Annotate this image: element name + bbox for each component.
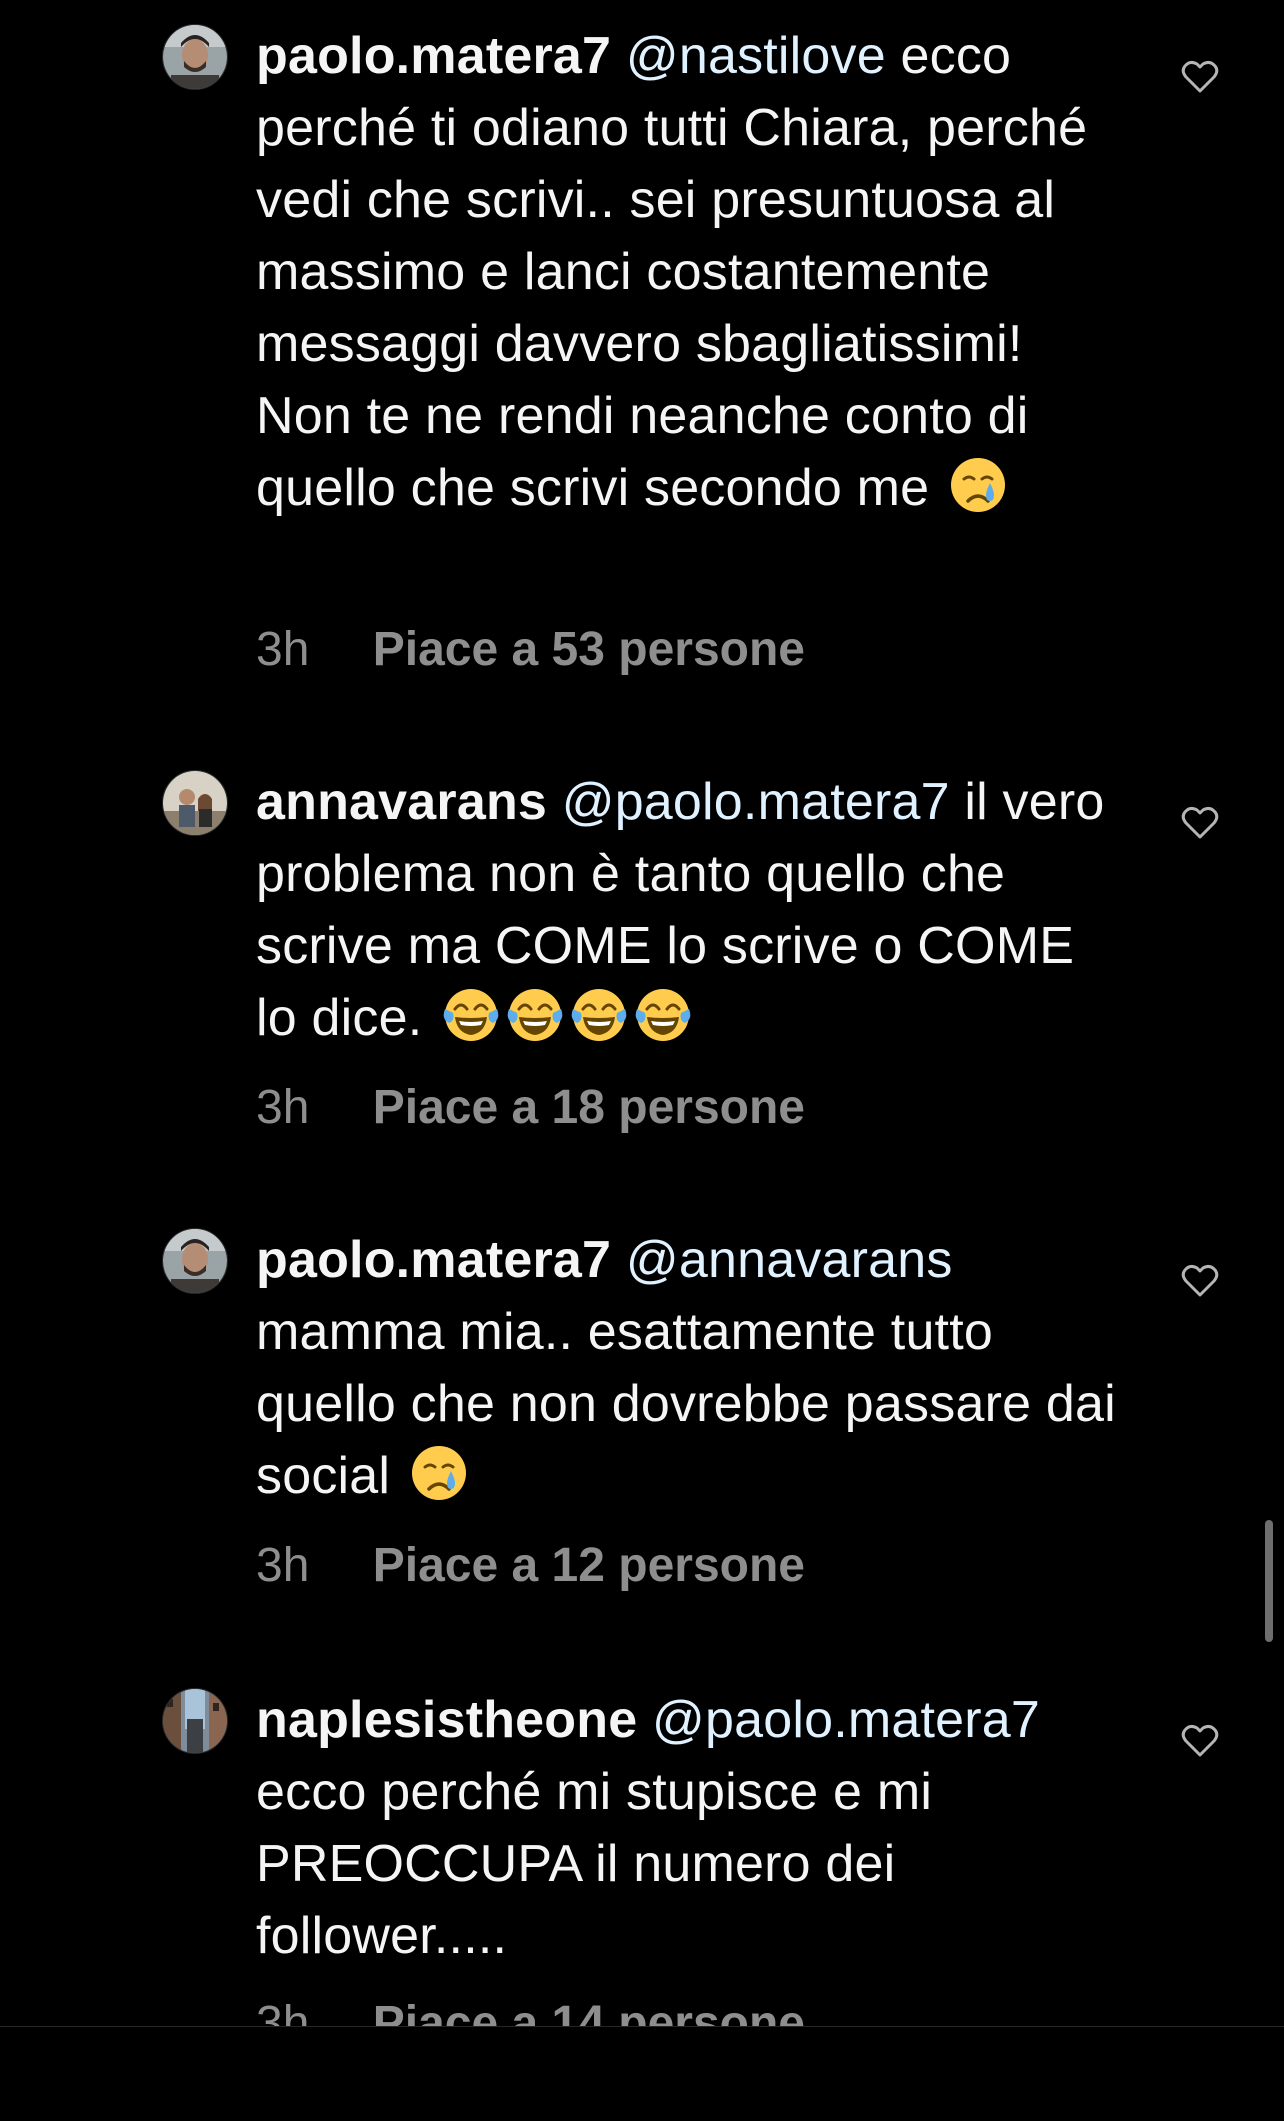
- heart-outline-icon[interactable]: [1180, 1262, 1220, 1298]
- comment-likes[interactable]: Piace a 12 persone: [373, 1539, 805, 1592]
- comment-meta: 3h Piace a 12 persone: [256, 1536, 805, 1596]
- comment-time: 3h: [256, 1997, 310, 2026]
- comment-mention[interactable]: @paolo.matera7: [562, 773, 950, 831]
- bottom-bar: [0, 2026, 1284, 2121]
- heart-outline-icon[interactable]: [1180, 58, 1220, 94]
- avatar-photo: [163, 25, 227, 89]
- comment-username[interactable]: paolo.matera7: [256, 1231, 611, 1289]
- avatar-photo: [163, 1689, 227, 1753]
- crying-face-emoji: [409, 1443, 469, 1503]
- comment-thread: paolo.matera7 @nastilove ecco perché ti …: [0, 0, 1284, 2026]
- comment-text: naplesistheone @paolo.matera7 ecco perch…: [256, 1684, 1116, 1972]
- avatar[interactable]: [162, 1688, 228, 1754]
- comment-time: 3h: [256, 1081, 310, 1134]
- comment-likes[interactable]: Piace a 14 persone: [373, 1997, 805, 2026]
- comment-username[interactable]: paolo.matera7: [256, 27, 611, 85]
- tears-of-joy-emoji: [505, 985, 565, 1045]
- comment-mention[interactable]: @annavarans: [626, 1231, 953, 1289]
- comment-text: paolo.matera7 @nastilove ecco perché ti …: [256, 20, 1116, 524]
- comment-body: ecco perché mi stupisce e mi PREOCCUPA i…: [256, 1763, 933, 1965]
- comment-body: mamma mia.. esattamente tutto quello che…: [256, 1303, 1116, 1505]
- avatar[interactable]: [162, 24, 228, 90]
- comment-likes[interactable]: Piace a 18 persone: [373, 1081, 805, 1134]
- comment-mention[interactable]: @paolo.matera7: [652, 1691, 1040, 1749]
- comment-username[interactable]: naplesistheone: [256, 1691, 637, 1749]
- heart-outline-icon[interactable]: [1180, 804, 1220, 840]
- comment-body: ecco perché ti odiano tutti Chiara, perc…: [256, 27, 1088, 517]
- crying-face-emoji: [948, 455, 1008, 515]
- comment-text: paolo.matera7 @annavarans mamma mia.. es…: [256, 1224, 1116, 1512]
- comment-meta: 3h Piace a 53 persone: [256, 620, 805, 680]
- comment-meta: 3h Piace a 14 persone: [256, 1994, 805, 2026]
- comment-time: 3h: [256, 623, 310, 676]
- tears-of-joy-emoji: [569, 985, 629, 1045]
- comment-meta: 3h Piace a 18 persone: [256, 1078, 805, 1138]
- comment-username[interactable]: annavarans: [256, 773, 547, 831]
- avatar[interactable]: [162, 1228, 228, 1294]
- scrollbar[interactable]: [1265, 1520, 1273, 1642]
- comment-mention[interactable]: @nastilove: [626, 27, 886, 85]
- comment-text: annavarans @paolo.matera7 il vero proble…: [256, 766, 1116, 1054]
- heart-outline-icon[interactable]: [1180, 1722, 1220, 1758]
- avatar[interactable]: [162, 770, 228, 836]
- tears-of-joy-emoji: [633, 985, 693, 1045]
- comment-likes[interactable]: Piace a 53 persone: [373, 623, 805, 676]
- comment-time: 3h: [256, 1539, 310, 1592]
- avatar-photo: [163, 771, 227, 835]
- tears-of-joy-emoji: [441, 985, 501, 1045]
- avatar-photo: [163, 1229, 227, 1293]
